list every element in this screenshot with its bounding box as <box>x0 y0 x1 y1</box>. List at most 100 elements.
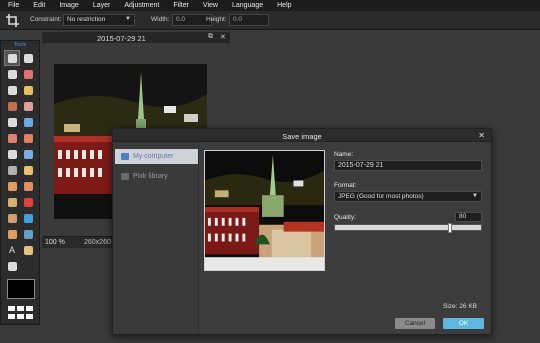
dodge-icon <box>23 181 33 191</box>
bloat-icon <box>23 213 33 223</box>
constraint-label: Constraint: <box>30 16 62 23</box>
grid-icon[interactable] <box>8 306 34 320</box>
close-icon[interactable]: ✕ <box>478 131 485 140</box>
crop-icon <box>6 14 19 27</box>
tool-drawing[interactable] <box>4 146 20 162</box>
zoom-readout[interactable]: 100 % <box>45 239 65 246</box>
tool-brush[interactable] <box>4 98 20 114</box>
menu-help[interactable]: Help <box>277 2 291 9</box>
document-title: 2015-07-29 21 <box>97 34 146 43</box>
menu-adjustment[interactable]: Adjustment <box>124 2 159 9</box>
menu-view[interactable]: View <box>203 2 218 9</box>
tools-panel: Tools A <box>0 40 40 325</box>
color-picker-icon <box>23 229 33 239</box>
format-select[interactable]: JPEG (Good for most photos) ▼ <box>334 191 482 202</box>
tool-blur[interactable] <box>20 146 36 162</box>
tool-color-picker[interactable] <box>20 226 36 242</box>
library-icon <box>121 173 129 180</box>
save-location-sidebar: My computer Pixlr library <box>113 142 199 334</box>
tool-gradient[interactable] <box>20 114 36 130</box>
sponge-icon <box>7 181 17 191</box>
quality-input[interactable]: 80 <box>455 212 482 222</box>
menu-image[interactable]: Image <box>59 2 78 9</box>
menu-filter[interactable]: Filter <box>173 2 189 9</box>
tool-hand[interactable] <box>20 242 36 258</box>
color-replace-icon <box>23 133 33 143</box>
location-label: My computer <box>133 153 174 160</box>
tool-sharpen[interactable] <box>4 162 20 178</box>
tool-zoom[interactable] <box>4 258 20 274</box>
tool-crop[interactable] <box>4 50 20 66</box>
close-icon[interactable]: ✕ <box>220 33 226 41</box>
quality-slider-thumb[interactable] <box>448 223 453 233</box>
height-label: Height: <box>206 16 227 23</box>
menu-layer[interactable]: Layer <box>93 2 111 9</box>
bucket-icon <box>7 117 17 127</box>
tool-spot-heal[interactable] <box>4 210 20 226</box>
tool-bucket[interactable] <box>4 114 20 130</box>
constraint-select[interactable]: No restriction ▼ <box>63 14 135 26</box>
zoom-unit: % <box>58 239 65 246</box>
tool-eraser[interactable] <box>20 98 36 114</box>
tool-red-eye[interactable] <box>20 194 36 210</box>
dialog-title: Save image <box>282 132 322 141</box>
tool-pinch[interactable] <box>4 226 20 242</box>
options-bar: Constraint: No restriction ▼ Width: 0.0 … <box>0 11 540 30</box>
tool-pencil[interactable] <box>20 82 36 98</box>
save-image-dialog: Save image ✕ My computer Pixlr library N… <box>112 128 492 335</box>
name-input[interactable]: 2015-07-29 21 <box>334 160 482 171</box>
menu-language[interactable]: Language <box>232 2 263 9</box>
menu-edit[interactable]: Edit <box>33 2 45 9</box>
location-label: Pixlr library <box>133 173 168 180</box>
zoom-value: 100 <box>45 239 57 246</box>
tool-sponge[interactable] <box>4 178 20 194</box>
tool-stamp[interactable] <box>4 130 20 146</box>
format-value: JPEG (Good for most photos) <box>338 193 424 200</box>
zoom-icon <box>7 261 17 271</box>
color-swatch[interactable] <box>7 279 35 299</box>
stamp-icon <box>7 133 17 143</box>
preview-thumbnail <box>204 150 325 271</box>
lasso-icon <box>23 69 33 79</box>
pencil-icon <box>23 85 33 95</box>
file-size: Size: 26 KB <box>443 303 477 310</box>
menu-bar: File Edit Image Layer Adjustment Filter … <box>0 0 540 11</box>
tool-type[interactable]: A <box>4 242 20 258</box>
tool-dodge[interactable] <box>20 178 36 194</box>
quality-slider[interactable] <box>334 223 482 233</box>
document-titlebar: 2015-07-29 21 ⧉ ✕ <box>42 32 230 43</box>
height-input[interactable]: 0.0 <box>229 14 269 26</box>
tool-move[interactable] <box>20 50 36 66</box>
pinch-icon <box>7 229 17 239</box>
spot-heal-icon <box>7 213 17 223</box>
eraser-icon <box>23 101 33 111</box>
tool-wand[interactable] <box>4 82 20 98</box>
menu-file[interactable]: File <box>8 2 19 9</box>
sharpen-icon <box>7 165 17 175</box>
quality-label: Quality: <box>334 214 357 221</box>
tool-bloat[interactable] <box>20 210 36 226</box>
size-label: Size: <box>443 303 458 310</box>
crop-icon <box>7 53 17 63</box>
ok-button[interactable]: OK <box>443 318 484 329</box>
size-value: 26 KB <box>459 303 477 310</box>
name-label: Name: <box>334 151 354 158</box>
restore-icon[interactable]: ⧉ <box>208 33 213 41</box>
chevron-down-icon: ▼ <box>472 193 478 199</box>
document-dimensions: 260x260 <box>84 239 111 246</box>
computer-icon <box>121 153 129 160</box>
tool-color-replace[interactable] <box>20 130 36 146</box>
tool-smudge[interactable] <box>20 162 36 178</box>
cancel-button[interactable]: Cancel <box>395 318 435 329</box>
width-label: Width: <box>151 16 170 23</box>
smudge-icon <box>23 165 33 175</box>
tool-marquee[interactable] <box>4 66 20 82</box>
location-my-computer[interactable]: My computer <box>115 149 198 164</box>
burn-icon <box>7 197 17 207</box>
tool-burn[interactable] <box>4 194 20 210</box>
location-pixlr-library[interactable]: Pixlr library <box>115 169 198 184</box>
gradient-icon <box>23 117 33 127</box>
tool-lasso[interactable] <box>20 66 36 82</box>
format-label: Format: <box>334 182 357 189</box>
brush-icon <box>7 101 17 111</box>
